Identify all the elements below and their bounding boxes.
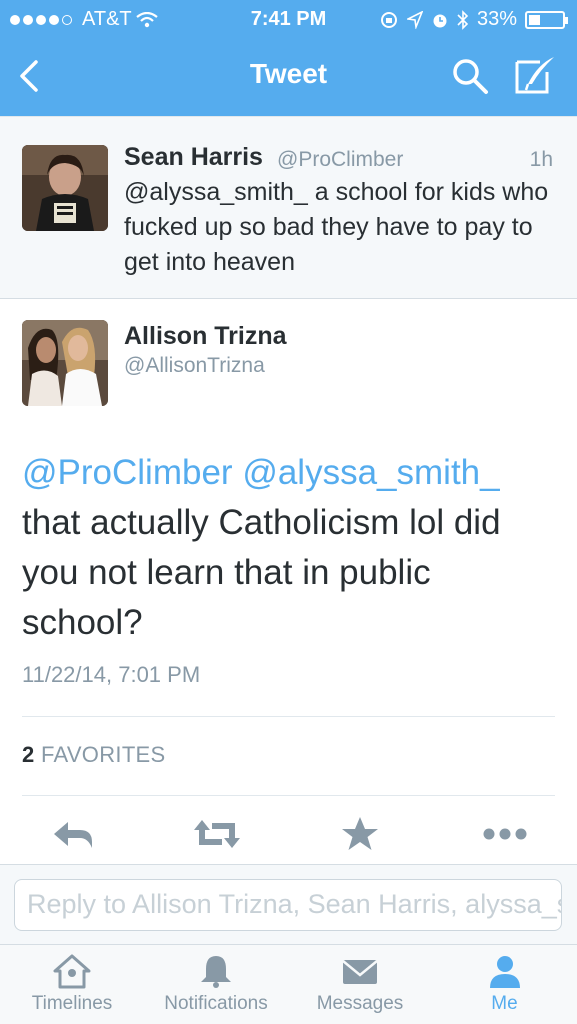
reply-input[interactable]: Reply to Allison Trizna, Sean Harris, al…: [14, 879, 562, 931]
retweet-icon[interactable]: [192, 814, 242, 854]
favorites-number: 2: [22, 742, 35, 767]
envelope-icon: [342, 960, 378, 984]
reply-icon[interactable]: [50, 814, 96, 854]
location-arrow-icon: [406, 10, 423, 29]
rotation-lock-icon: [380, 11, 397, 28]
status-bar: AT&T 7:41 PM 33%: [0, 0, 577, 38]
tab-bar: Timelines Notifications Messages Me: [0, 945, 577, 1024]
tweet-actions: [0, 808, 577, 864]
favorite-icon[interactable]: [340, 814, 380, 854]
tab-notifications[interactable]: Notifications: [144, 945, 288, 1024]
tab-label: Messages: [316, 993, 404, 1014]
avatar[interactable]: [22, 320, 108, 406]
tab-timelines[interactable]: Timelines: [0, 945, 144, 1024]
tweet-text: @ProClimber @alyssa_smith_ that actually…: [22, 448, 557, 648]
battery-icon: [525, 10, 568, 29]
tab-label: Me: [491, 993, 518, 1014]
mention-link[interactable]: @ProClimber: [22, 453, 233, 492]
tab-me[interactable]: Me: [432, 945, 577, 1024]
tweet-age: 1h: [529, 148, 553, 171]
bluetooth-icon: [457, 9, 469, 30]
author-name[interactable]: Allison Trizna: [124, 322, 287, 351]
divider: [22, 795, 555, 796]
author-handle[interactable]: @AllisonTrizna: [124, 354, 265, 378]
person-icon: [489, 956, 520, 988]
navigation-bar: Tweet: [0, 40, 577, 116]
home-icon: [53, 954, 91, 989]
tab-label: Timelines: [31, 993, 113, 1014]
top-bar: AT&T 7:41 PM 33% Tweet: [0, 0, 577, 116]
author-handle[interactable]: @ProClimber: [277, 148, 403, 172]
page-title: Tweet: [249, 58, 328, 89]
favorites-label: FAVORITES: [40, 742, 166, 767]
tab-messages[interactable]: Messages: [288, 945, 432, 1024]
avatar[interactable]: [22, 145, 108, 231]
divider: [22, 716, 555, 717]
parent-tweet[interactable]: Sean Harris @ProClimber 1h @alyssa_smith…: [0, 116, 577, 299]
compose-icon[interactable]: [514, 54, 558, 96]
author-name[interactable]: Sean Harris: [124, 143, 263, 172]
more-icon[interactable]: [482, 814, 528, 854]
search-icon[interactable]: [450, 56, 490, 96]
favorites-count[interactable]: 2 FAVORITES: [22, 742, 166, 768]
tweet-timestamp: 11/22/14, 7:01 PM: [22, 662, 201, 687]
alarm-icon: [433, 14, 447, 27]
battery-percent: 33%: [476, 8, 517, 30]
tweet-text: @alyssa_smith_ a school for kids who fuc…: [124, 178, 549, 276]
tweet-body: that actually Catholicism lol did you no…: [22, 503, 501, 642]
bell-icon: [201, 956, 231, 988]
reply-bar: Reply to Allison Trizna, Sean Harris, al…: [0, 864, 577, 945]
status-indicators: 33%: [379, 8, 568, 31]
mention-link[interactable]: @alyssa_smith_: [242, 453, 499, 492]
tab-label: Notifications: [164, 993, 268, 1014]
